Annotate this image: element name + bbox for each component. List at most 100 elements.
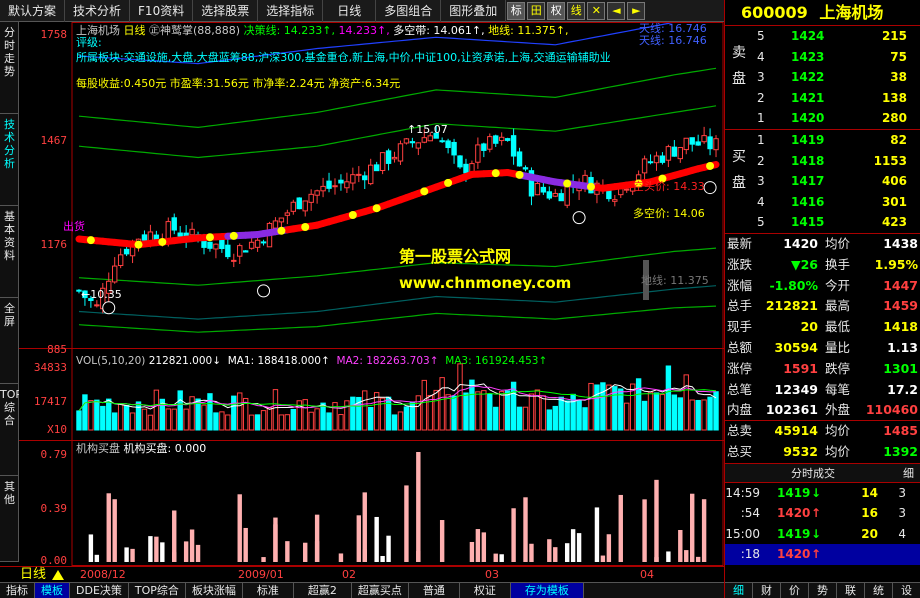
btab-normal[interactable]: 普通 [409, 583, 460, 598]
sell-row[interactable]: 1 1420 280 [725, 108, 920, 129]
volume-bar [147, 414, 154, 431]
inst-bar [130, 548, 135, 562]
arrow-right-icon[interactable]: ► [627, 2, 646, 20]
grid-button[interactable]: 田 [527, 2, 546, 20]
low-price-mark: ←10.35 [81, 288, 122, 301]
vol-tick-x10: X10 [47, 423, 67, 436]
inst-bar [273, 524, 278, 562]
inst-tick-000: 0.00 [41, 554, 68, 566]
mark-button[interactable]: 标 [507, 2, 526, 20]
menu-default-scheme[interactable]: 默认方案 [0, 0, 66, 22]
candle-body [451, 141, 457, 156]
line-button[interactable]: 线 [567, 2, 586, 20]
rtab-detail[interactable]: 细 [725, 583, 753, 598]
candle-body [278, 217, 285, 223]
btab-warrant[interactable]: 权证 [460, 583, 511, 598]
btab-indicator[interactable]: 指标 [0, 583, 35, 598]
signal-dot [134, 240, 143, 249]
menu-daily[interactable]: 日线 [323, 0, 377, 22]
sell-row[interactable]: 4 1423 75 [725, 47, 920, 68]
candle-body [248, 241, 255, 249]
trades-title[interactable]: 分时成交 [791, 464, 835, 484]
rtab-stats[interactable]: 统 [865, 583, 893, 598]
quote-bottom-tabs: 细 财 价 势 联 统 设 [725, 582, 920, 598]
chart-area[interactable]: 1758 1467 1176 885 34833 17417 X10 0.79 … [19, 22, 724, 566]
candle-body [552, 192, 558, 197]
rtab-settings[interactable]: 设 [893, 583, 920, 598]
rtab-finance[interactable]: 财 [753, 583, 781, 598]
arrow-left-icon[interactable]: ◄ [607, 2, 626, 20]
tab-top-composite[interactable]: TOP综合 [0, 384, 22, 476]
signal-dot [420, 187, 429, 196]
volume-bar [445, 394, 451, 431]
volume-bar [266, 407, 273, 431]
candle-body [290, 201, 297, 212]
rtab-link[interactable]: 联 [837, 583, 865, 598]
volume-bar [671, 394, 678, 431]
btab-sector[interactable]: 板块涨幅 [186, 583, 243, 598]
btab-chaoying2[interactable]: 超赢2 [294, 583, 352, 598]
menu-tech-analysis[interactable]: 技术分析 [65, 0, 131, 22]
tab-other[interactable]: 其他 [0, 476, 19, 562]
close-icon[interactable]: ✕ [587, 2, 606, 20]
btab-buypoint[interactable]: 超赢买点 [352, 583, 409, 598]
buy-level: 2 [757, 153, 765, 168]
rtab-price[interactable]: 价 [781, 583, 809, 598]
inst-bar [499, 554, 504, 562]
menu-f10[interactable]: F10资料 [130, 0, 194, 22]
sell-row[interactable]: 2 1421 138 [725, 88, 920, 109]
stat-value: -1.80% [769, 277, 818, 293]
volume-bar [183, 408, 189, 431]
sell-row[interactable]: 5 1424 215 [725, 26, 920, 47]
stat-row: 涨幅 -1.80% 今开 1447 [725, 276, 920, 297]
rtab-trend[interactable]: 势 [809, 583, 837, 598]
btab-template[interactable]: 模板 [35, 583, 70, 598]
inst-bar [380, 555, 385, 562]
period-label[interactable]: 日线 [20, 567, 46, 582]
svg-text:每股收益:0.450元 市盈率:31.56元 市净率:2.2: 每股收益:0.450元 市盈率:31.56元 市净率:2.24元 净资产:6.3… [76, 76, 400, 90]
stat-label: 总额 [727, 339, 753, 355]
kline-chart-svg[interactable]: 1758 1467 1176 885 34833 17417 X10 0.79 … [19, 22, 724, 566]
trade-row[interactable]: :54 1420 ↑ 16 3 [725, 503, 920, 524]
trade-count: 3 [898, 506, 906, 521]
buy-row[interactable]: 5 1415 423 [725, 212, 920, 233]
tab-intraday[interactable]: 分时走势 [0, 22, 19, 114]
menu-select-indicator[interactable]: 选择指标 [258, 0, 324, 22]
volume-bar [540, 395, 547, 431]
candle-body [111, 265, 118, 283]
menu-overlay[interactable]: 图形叠加 [441, 0, 507, 22]
inst-bar [642, 499, 647, 562]
candle-body [439, 140, 445, 143]
volume-bar [552, 405, 558, 431]
candle-body [237, 245, 243, 257]
trade-row[interactable]: :18 1420 ↑ [725, 544, 920, 565]
btab-standard[interactable]: 标准 [243, 583, 294, 598]
inst-bar [666, 551, 671, 562]
tab-fundamentals[interactable]: 基本资料 [0, 206, 19, 298]
rights-button[interactable]: 权 [547, 2, 566, 20]
candle-body [481, 143, 487, 151]
trades-title-bar: 分时成交 细 [725, 462, 920, 484]
btab-save-template[interactable]: 存为模板 [510, 583, 584, 598]
trade-row[interactable]: 15:00 1419 ↓ 20 4 [725, 524, 920, 545]
inst-bar [564, 543, 570, 562]
inst-bar [94, 554, 100, 562]
buy-row[interactable]: 1 1419 82 [725, 130, 920, 151]
btab-dde[interactable]: DDE决策 [70, 583, 129, 598]
buy-row[interactable]: 3 1417 406 [725, 171, 920, 192]
inst-bar [124, 547, 129, 562]
btab-top[interactable]: TOP综合 [129, 583, 186, 598]
buy-row[interactable]: 2 1418 1153 [725, 151, 920, 172]
menu-select-stock[interactable]: 选择股票 [193, 0, 259, 22]
volume-bar [326, 412, 332, 431]
sell-row[interactable]: 3 1422 38 [725, 67, 920, 88]
tab-technical[interactable]: 技术分析 [0, 114, 19, 206]
trades-detail-button[interactable]: 细 [903, 464, 914, 484]
trade-volume: 20 [861, 526, 878, 541]
dixian-label: 地线: 11.375 [641, 273, 709, 287]
tab-fullscreen[interactable]: 全屏 [0, 298, 19, 384]
pb-ratio: 市净率:2.24元 [252, 76, 324, 90]
trade-row[interactable]: 14:59 1419 ↓ 14 3 [725, 483, 920, 504]
menu-multi-chart[interactable]: 多图组合 [376, 0, 442, 22]
buy-row[interactable]: 4 1416 301 [725, 192, 920, 213]
